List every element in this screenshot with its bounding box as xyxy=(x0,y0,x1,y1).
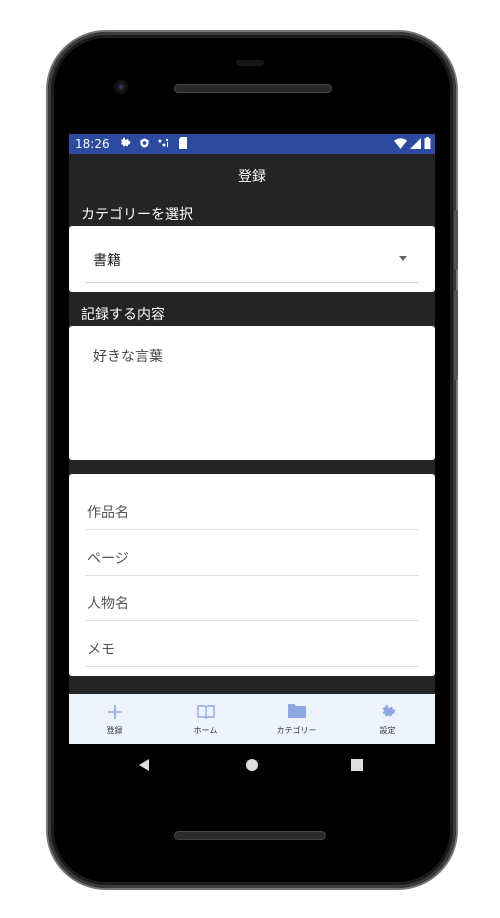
select-underline xyxy=(85,282,419,283)
nav-item-home[interactable]: ホーム xyxy=(160,694,251,744)
book-icon xyxy=(196,705,215,720)
content-section-label: 記録する内容 xyxy=(81,307,165,323)
top-speaker xyxy=(174,84,332,93)
memo-field[interactable]: メモ xyxy=(85,625,419,667)
front-camera xyxy=(114,80,128,94)
category-card: 書籍 xyxy=(69,226,435,292)
nav-label-category: カテゴリー xyxy=(276,726,317,735)
battery-icon xyxy=(424,137,431,149)
signal-dots-icon xyxy=(158,139,168,147)
nav-item-register[interactable]: 登録 xyxy=(69,694,160,744)
content-card: 好きな言葉 xyxy=(69,326,435,460)
person-field-placeholder: 人物名 xyxy=(87,596,129,612)
nav-item-settings[interactable]: 設定 xyxy=(342,694,433,744)
status-notification-icons xyxy=(119,137,188,149)
settings-notification-icon xyxy=(121,137,131,147)
title-field-placeholder: 作品名 xyxy=(87,505,129,521)
title-field[interactable]: 作品名 xyxy=(85,488,419,530)
shield-notification-icon xyxy=(140,138,149,148)
nav-label-settings: 設定 xyxy=(379,726,396,735)
page-field[interactable]: ページ xyxy=(85,534,419,576)
wifi-icon xyxy=(394,137,407,149)
plus-icon xyxy=(107,705,122,719)
field-underline xyxy=(85,620,419,621)
field-underline xyxy=(85,666,419,667)
dropdown-arrow-icon xyxy=(399,256,407,261)
cell-signal-icon xyxy=(410,137,421,149)
field-underline xyxy=(85,529,419,530)
back-icon[interactable] xyxy=(139,759,149,771)
page-field-placeholder: ページ xyxy=(87,551,129,567)
nav-item-category[interactable]: カテゴリー xyxy=(251,694,342,744)
details-card: 作品名 ページ 人物名 メモ xyxy=(69,474,435,676)
nav-label-home: ホーム xyxy=(193,726,218,735)
folder-icon xyxy=(287,704,306,718)
sd-card-icon xyxy=(179,137,187,149)
app-screen: 18:26 登録 カテゴリーを選択 書籍 記録する内容 好きな言葉 作品名 ペー… xyxy=(69,134,435,744)
memo-field-placeholder: メモ xyxy=(87,642,115,658)
gear-icon xyxy=(382,704,395,717)
bottom-speaker xyxy=(174,831,326,840)
content-textarea-value: 好きな言葉 xyxy=(93,349,163,365)
status-time: 18:26 xyxy=(75,137,110,151)
system-navigation-bar xyxy=(69,744,435,784)
bottom-navigation: 登録 ホーム カテゴリー 設定 xyxy=(69,694,435,744)
volume-button xyxy=(454,290,458,380)
person-field[interactable]: 人物名 xyxy=(85,579,419,621)
category-section-label: カテゴリーを選択 xyxy=(81,207,193,223)
category-select[interactable]: 書籍 xyxy=(69,226,435,292)
proximity-sensor xyxy=(236,60,264,66)
content-textarea[interactable]: 好きな言葉 xyxy=(69,326,435,460)
nav-label-register: 登録 xyxy=(106,726,123,735)
recent-apps-icon[interactable] xyxy=(351,759,363,771)
category-select-value: 書籍 xyxy=(93,253,121,269)
field-underline xyxy=(85,575,419,576)
power-button xyxy=(454,210,458,270)
page-title: 登録 xyxy=(238,169,266,185)
status-system-icons xyxy=(394,137,431,149)
status-bar: 18:26 xyxy=(69,134,435,154)
home-icon[interactable] xyxy=(246,759,258,771)
